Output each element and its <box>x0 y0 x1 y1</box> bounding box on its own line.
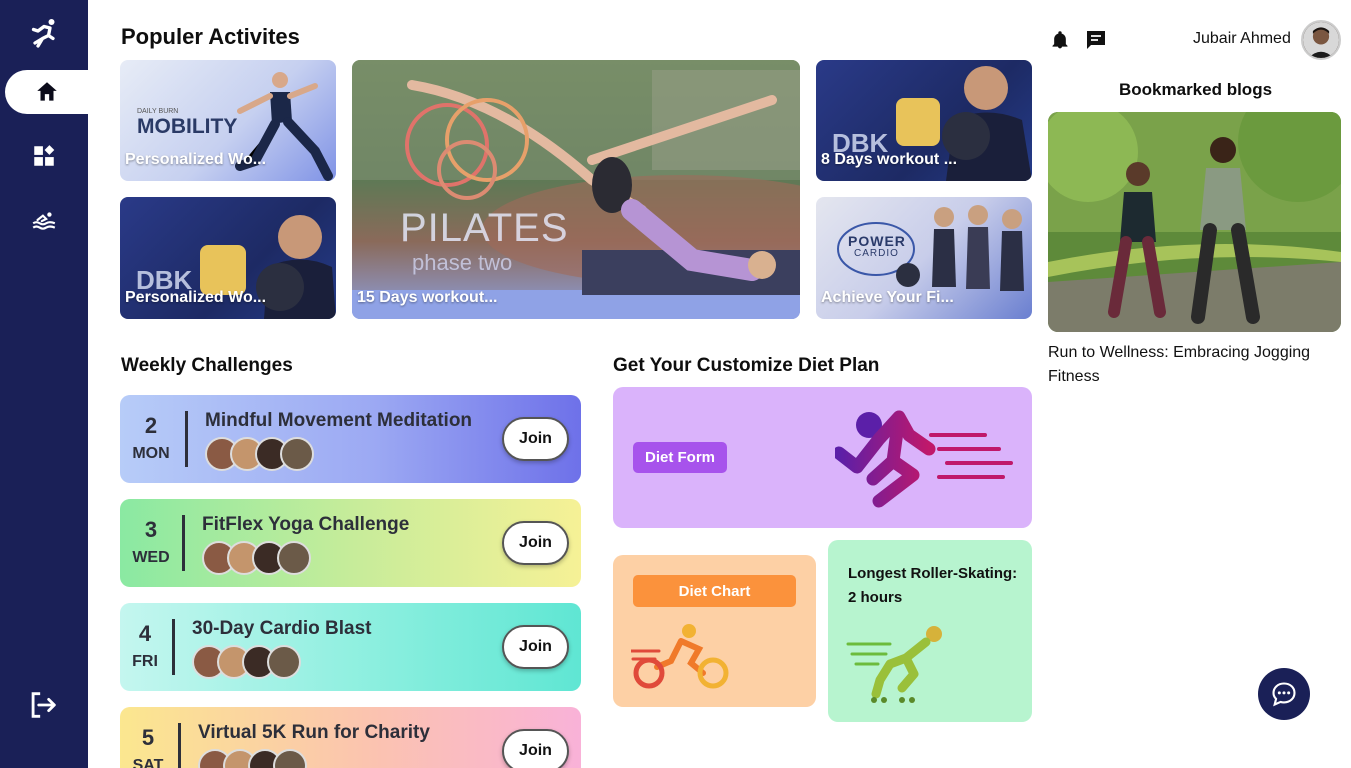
challenge-card: 4 FRI 30-Day Cardio Blast Join <box>120 603 581 691</box>
challenge-divider <box>172 619 175 675</box>
card-art-subtext: CARDIO <box>854 248 899 259</box>
challenge-title: Virtual 5K Run for Charity <box>198 722 430 743</box>
chat-button[interactable] <box>1258 668 1310 720</box>
diet-form-card: Diet Form <box>613 387 1032 528</box>
diet-chart-card: Diet Chart <box>613 555 816 707</box>
chat-bubble-icon <box>1272 682 1296 707</box>
blog-title[interactable]: Run to Wellness: Embracing Jogging Fitne… <box>1048 341 1341 389</box>
activity-card[interactable]: DBK Personalized Wo... <box>120 197 336 319</box>
logout-icon[interactable] <box>26 688 60 722</box>
roller-skating-card: Longest Roller-Skating: 2 hours <box>828 540 1032 722</box>
card-brand-text: DAILY BURN <box>137 108 179 115</box>
sidebar-item-home[interactable] <box>5 70 88 114</box>
card-art-text: POWER <box>848 233 906 249</box>
bell-icon[interactable] <box>1050 29 1070 51</box>
user-name: Jubair Ahmed <box>1193 30 1291 47</box>
avatar <box>267 645 301 679</box>
challenge-card: 5 SAT Virtual 5K Run for Charity Join <box>120 707 581 768</box>
avatar <box>273 749 307 768</box>
activity-card-label: Personalized Wo... <box>125 151 267 168</box>
challenge-weekday: FRI <box>132 653 158 670</box>
roller-skater-illustration-icon <box>846 626 942 703</box>
diet-chart-button[interactable]: Diet Chart <box>633 575 796 607</box>
challenge-divider <box>178 723 181 768</box>
challenge-date-number: 2 <box>144 413 158 438</box>
join-button[interactable]: Join <box>502 729 569 768</box>
message-icon[interactable] <box>1084 28 1108 52</box>
profile-photo-icon <box>1303 22 1339 58</box>
participant-avatars <box>202 541 311 575</box>
diet-title: Get Your Customize Diet Plan <box>613 355 880 376</box>
participant-avatars <box>192 645 301 679</box>
challenge-divider <box>182 515 185 571</box>
challenges-title: Weekly Challenges <box>121 355 293 376</box>
activity-card-label: Personalized Wo... <box>125 289 267 306</box>
challenge-divider <box>185 411 188 467</box>
activity-card-label: Achieve Your Fi... <box>821 289 954 306</box>
challenge-date-number: 4 <box>138 621 152 646</box>
card-art-text: PILATES <box>400 206 569 250</box>
sidebar-item-dashboard[interactable] <box>0 134 88 178</box>
runner-illustration-icon <box>835 410 1013 508</box>
join-button[interactable]: Join <box>502 417 569 461</box>
challenge-weekday: WED <box>132 549 170 566</box>
challenge-title: 30-Day Cardio Blast <box>192 618 372 639</box>
challenge-card: 2 MON Mindful Movement Meditation Join <box>120 395 581 483</box>
challenge-date-number: 5 <box>141 725 155 750</box>
running-logo-icon <box>31 19 55 48</box>
participant-avatars <box>205 437 314 471</box>
pilates-art-icon <box>352 60 800 319</box>
activity-card-featured[interactable]: PILATES phase two 15 Days workout... <box>352 60 800 319</box>
activity-card[interactable]: DAILY BURN MOBILITY Personalized Wo... <box>120 60 336 181</box>
swim-icon <box>32 212 56 230</box>
home-icon <box>36 82 57 101</box>
sidebar <box>0 0 88 768</box>
diet-form-button[interactable]: Diet Form <box>633 442 727 473</box>
popular-title: Populer Activites <box>121 24 300 49</box>
widgets-icon <box>34 145 55 166</box>
sidebar-item-swimming[interactable] <box>0 198 88 242</box>
avatar <box>277 541 311 575</box>
roller-skating-text: Longest Roller-Skating: 2 hours <box>848 565 1018 606</box>
join-button[interactable]: Join <box>502 521 569 565</box>
challenge-weekday: MON <box>132 445 170 462</box>
activity-card-label: 8 Days workout ... <box>821 151 958 168</box>
avatar <box>280 437 314 471</box>
activity-card-label: 15 Days workout... <box>357 289 498 306</box>
cyclist-illustration-icon <box>631 624 729 689</box>
joggers-photo-icon <box>1048 112 1341 332</box>
blog-image[interactable] <box>1048 112 1341 332</box>
activity-card[interactable]: DBK 8 Days workout ... <box>816 60 1032 181</box>
challenge-card: 3 WED FitFlex Yoga Challenge Join <box>120 499 581 587</box>
participant-avatars <box>198 749 307 768</box>
challenge-title: FitFlex Yoga Challenge <box>202 514 410 535</box>
activity-card[interactable]: POWER CARDIO Achieve Your Fi... <box>816 197 1032 319</box>
challenge-weekday: SAT <box>132 757 164 768</box>
blogs-title: Bookmarked blogs <box>1119 80 1273 99</box>
user-avatar[interactable] <box>1301 20 1341 60</box>
join-button[interactable]: Join <box>502 625 569 669</box>
challenge-title: Mindful Movement Meditation <box>205 410 473 431</box>
challenge-date-number: 3 <box>144 517 158 542</box>
card-art-subtext: phase two <box>412 250 513 275</box>
